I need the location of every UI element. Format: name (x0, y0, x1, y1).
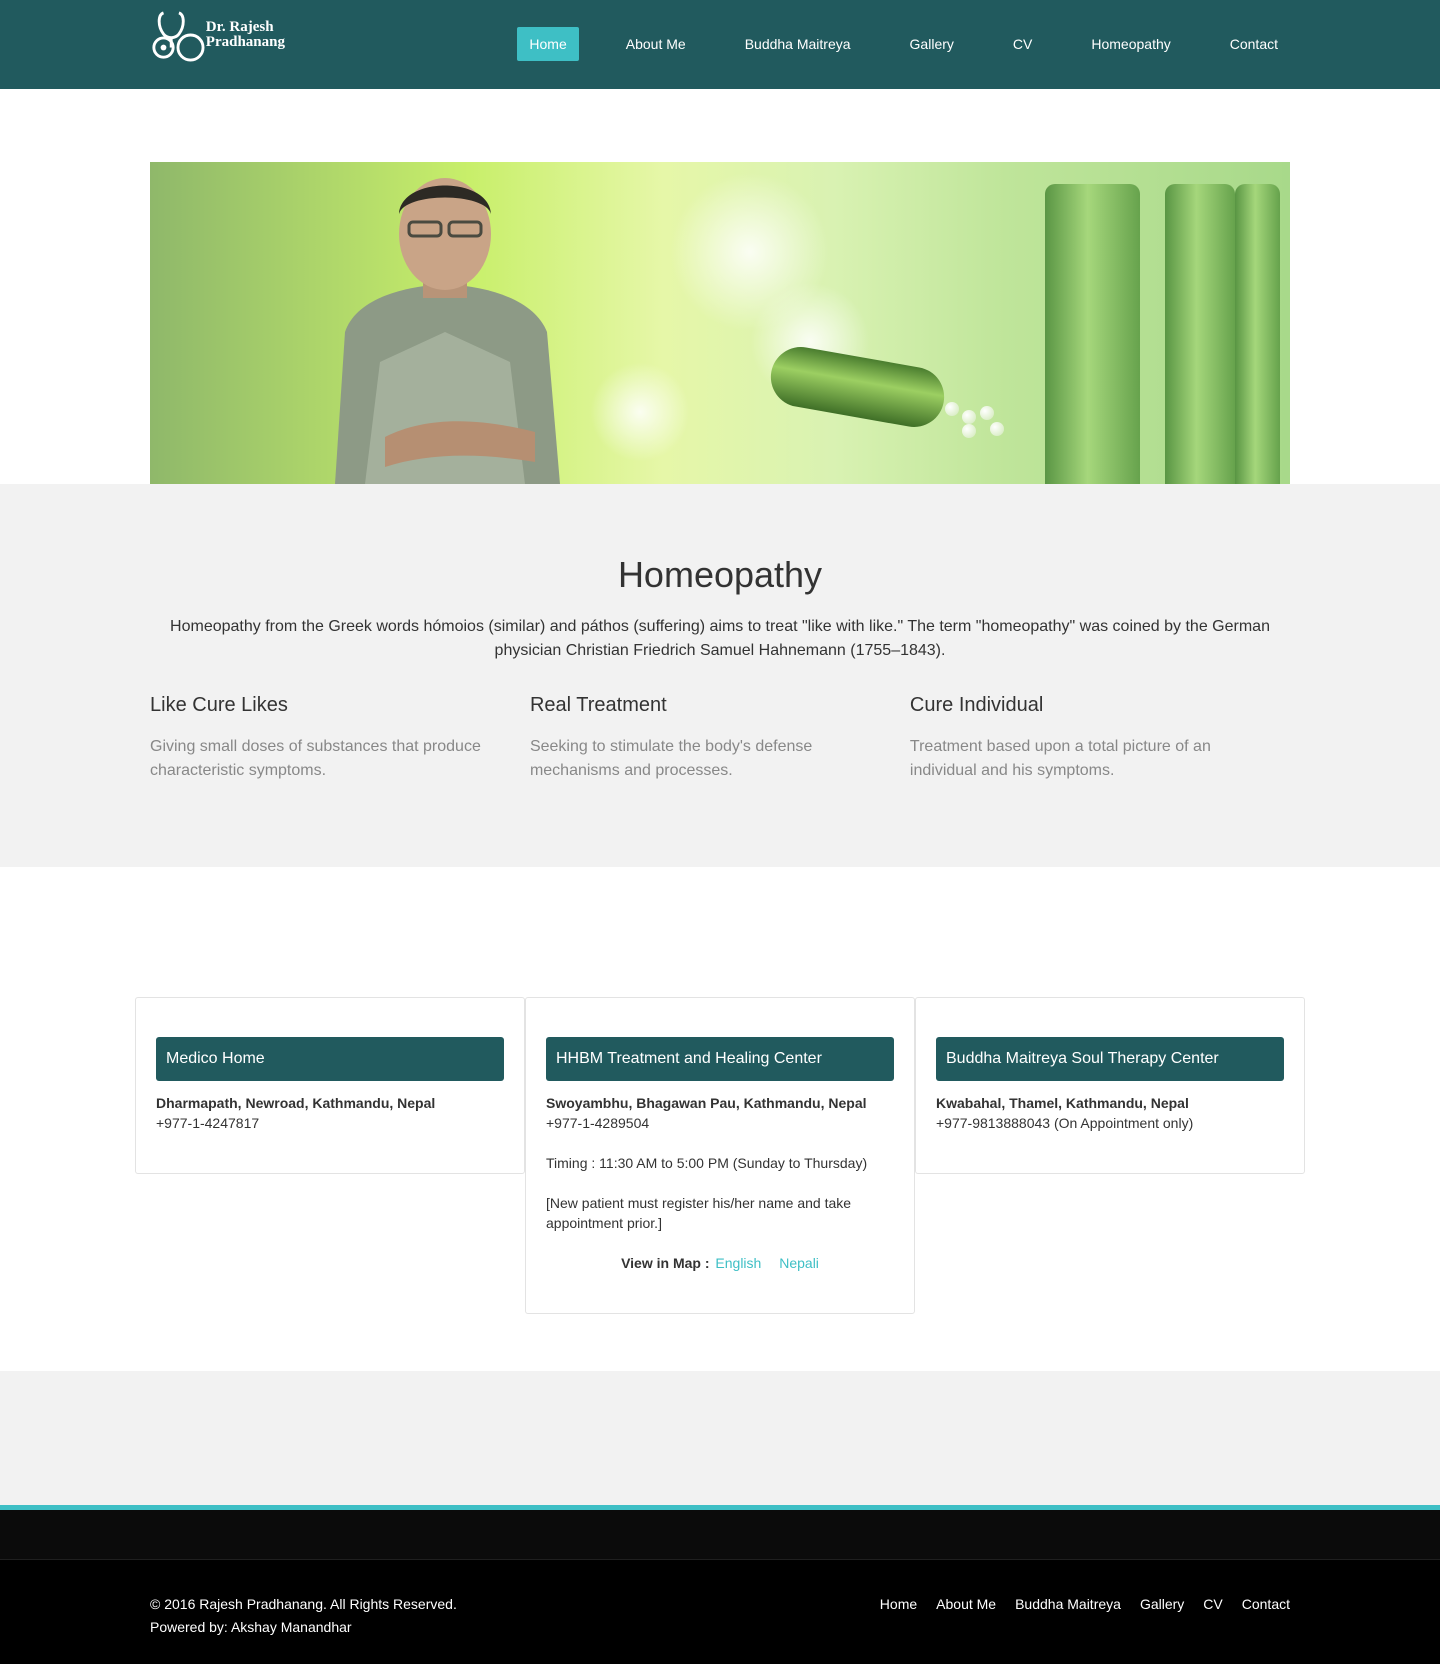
location-card-hhbm: HHBM Treatment and Healing Center Swoyam… (525, 997, 915, 1314)
footer-nav-contact[interactable]: Contact (1242, 1593, 1290, 1639)
location-address: Swoyambhu, Bhagawan Pau, Kathmandu, Nepa… (546, 1095, 867, 1111)
location-note: [New patient must register his/her name … (546, 1195, 852, 1231)
feature-title: Cure Individual (909, 694, 1044, 716)
footer-nav: Home About Me Buddha Maitreya Gallery CV… (861, 1593, 1290, 1639)
location-address: Kwabahal, Thamel, Kathmandu, Nepal (936, 1095, 1189, 1111)
map-label: View in Map : (621, 1255, 710, 1271)
vial-image (1165, 184, 1235, 484)
location-address: Dharmapath, Newroad, Kathmandu, Nepal (156, 1095, 436, 1111)
site-footer: © 2016 Rajesh Pradhanang. All Rights Res… (0, 1560, 1440, 1664)
feature-title: Real Treatment (529, 694, 667, 716)
footer-top-bar (0, 1510, 1440, 1560)
hero-banner-image (150, 162, 1290, 484)
nav-home[interactable]: Home (517, 27, 579, 61)
location-title: Medico Home (156, 1037, 504, 1081)
location-title: HHBM Treatment and Healing Center (546, 1037, 894, 1081)
features-row: Like Cure Likes Giving small doses of su… (150, 693, 1290, 783)
map-links-row: View in Map : English Nepali (546, 1253, 894, 1273)
homeopathy-intro-section: Homeopathy Homeopathy from the Greek wor… (0, 484, 1440, 867)
location-cards: Medico Home Dharmapath, Newroad, Kathman… (135, 997, 1305, 1314)
logo-line-1: Dr. Rajesh (205, 19, 274, 35)
empty-grey-band (0, 1371, 1440, 1510)
vial-image (1045, 184, 1140, 484)
locations-section: Medico Home Dharmapath, Newroad, Kathman… (0, 867, 1440, 1371)
vial-image (1235, 184, 1280, 484)
powered-by-text: Powered by: Akshay Manandhar (150, 1619, 352, 1635)
footer-nav-home[interactable]: Home (880, 1593, 917, 1639)
nav-gallery[interactable]: Gallery (898, 27, 966, 61)
site-header: Dr. Rajesh Pradhanang Home About Me Budd… (0, 0, 1440, 89)
nav-buddha-maitreya[interactable]: Buddha Maitreya (733, 27, 863, 61)
doctor-portrait (335, 178, 560, 484)
location-phone: +977-1-4247817 (156, 1115, 260, 1131)
location-card-buddha-maitreya: Buddha Maitreya Soul Therapy Center Kwab… (915, 997, 1305, 1174)
stethoscope-icon (152, 11, 205, 62)
footer-credits: © 2016 Rajesh Pradhanang. All Rights Res… (150, 1593, 457, 1639)
section-title: Homeopathy (617, 554, 823, 595)
location-card-medico-home: Medico Home Dharmapath, Newroad, Kathman… (135, 997, 525, 1174)
logo-text: Dr. Rajesh Pradhanang (206, 20, 285, 50)
logo-line-2: Pradhanang (205, 34, 285, 50)
map-link-nepali[interactable]: Nepali (779, 1255, 819, 1271)
nav-about-me[interactable]: About Me (614, 27, 698, 61)
feature-cure-individual: Cure Individual Treatment based upon a t… (910, 693, 1290, 783)
lying-vial-image (766, 342, 949, 432)
feature-text: Treatment based upon a total picture of … (909, 738, 1211, 779)
location-phone: +977-1-4289504 (546, 1115, 650, 1131)
nav-contact[interactable]: Contact (1218, 27, 1290, 61)
feature-like-cure-likes: Like Cure Likes Giving small doses of su… (150, 693, 530, 783)
nav-homeopathy[interactable]: Homeopathy (1079, 27, 1182, 61)
footer-nav-gallery[interactable]: Gallery (1140, 1593, 1184, 1639)
footer-nav-about-me[interactable]: About Me (936, 1593, 996, 1639)
site-logo[interactable]: Dr. Rajesh Pradhanang (150, 4, 285, 66)
intro-lead-text: Homeopathy from the Greek words hómoios … (170, 618, 1270, 659)
feature-text: Seeking to stimulate the body's defense … (529, 738, 813, 779)
feature-text: Giving small doses of substances that pr… (150, 738, 481, 779)
location-timing: Timing : 11:30 AM to 5:00 PM (Sunday to … (546, 1155, 868, 1171)
footer-nav-buddha-maitreya[interactable]: Buddha Maitreya (1015, 1593, 1121, 1639)
location-title: Buddha Maitreya Soul Therapy Center (936, 1037, 1284, 1081)
banner-section (0, 89, 1440, 484)
main-nav: Home About Me Buddha Maitreya Gallery CV… (517, 27, 1290, 61)
map-link-english[interactable]: English (715, 1255, 761, 1271)
nav-cv[interactable]: CV (1001, 27, 1044, 61)
footer-nav-cv[interactable]: CV (1203, 1593, 1222, 1639)
feature-title: Like Cure Likes (150, 694, 288, 716)
copyright-text: © 2016 Rajesh Pradhanang. All Rights Res… (150, 1596, 457, 1612)
feature-real-treatment: Real Treatment Seeking to stimulate the … (530, 693, 910, 783)
location-phone: +977-9813888043 (On Appointment only) (936, 1115, 1194, 1131)
